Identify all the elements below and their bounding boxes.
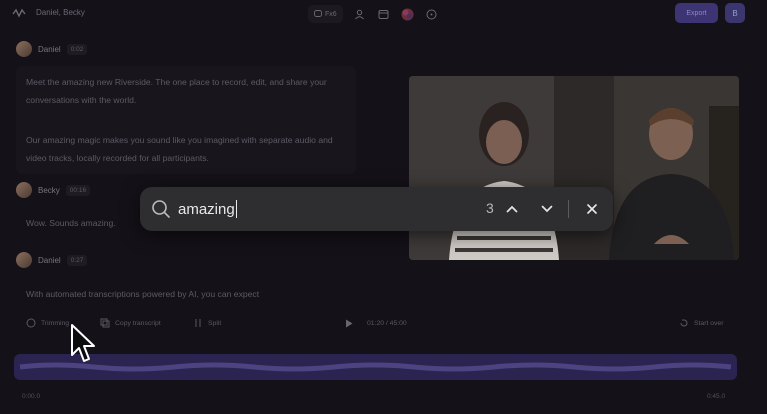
- speaker-row: Daniel 0:02: [16, 41, 88, 57]
- undo-icon: [680, 319, 688, 327]
- copy-transcript-label: Copy transcript: [115, 319, 161, 327]
- top-center-controls: Fx6: [308, 4, 439, 24]
- speaker-name: Daniel: [38, 44, 61, 54]
- text-caret: [235, 200, 237, 218]
- audio-waveform[interactable]: [14, 354, 737, 380]
- top-bar: Daniel, Becky Fx6 Export B: [0, 0, 767, 28]
- speaker-avatar: [16, 252, 32, 268]
- transcript-toolbar: Trimming Copy transcript Split 01:20 / 4…: [0, 314, 767, 334]
- project-title[interactable]: Daniel, Becky: [36, 8, 85, 17]
- speaker-timestamp[interactable]: 00:16: [65, 184, 91, 196]
- split-icon: [195, 319, 201, 327]
- user-avatar[interactable]: B: [725, 3, 745, 23]
- search-input[interactable]: [178, 197, 468, 221]
- close-icon: [587, 204, 597, 214]
- fx-pill-label: Fx6: [325, 10, 337, 18]
- mouse-cursor-icon: [71, 324, 95, 362]
- speaker-name: Daniel: [38, 255, 61, 265]
- speaker-avatar: [16, 41, 32, 57]
- timeline-end-time: 0:45.0: [707, 393, 726, 400]
- transcript-paragraph[interactable]: Our amazing magic makes you sound like y…: [26, 131, 346, 167]
- previous-match-button[interactable]: [501, 198, 523, 220]
- time-display-text: 01:20 / 45:00: [367, 319, 407, 327]
- start-over-label: Start over: [694, 319, 724, 327]
- start-over-button[interactable]: Start over: [679, 314, 723, 332]
- magic-orb-icon[interactable]: [401, 7, 415, 21]
- copy-icon: [100, 318, 110, 328]
- trimming-button[interactable]: Trimming: [26, 314, 69, 332]
- speaker-name: Becky: [38, 185, 60, 195]
- video-preview[interactable]: [409, 76, 739, 260]
- time-display: 01:20 / 45:00: [367, 314, 407, 332]
- trimming-label: Trimming: [41, 319, 70, 327]
- transcript-paragraph[interactable]: With automated transcriptions powered by…: [26, 285, 346, 303]
- video-frame-image: [409, 76, 739, 260]
- next-match-button[interactable]: [536, 198, 558, 220]
- copy-transcript-button[interactable]: Copy transcript: [100, 314, 161, 332]
- chevron-down-icon: [541, 205, 553, 213]
- trim-icon: [26, 318, 36, 328]
- speaker-row: Daniel 0:27: [16, 252, 88, 268]
- riverside-logo-icon: [12, 8, 26, 18]
- split-button[interactable]: Split: [193, 314, 221, 332]
- people-icon[interactable]: [353, 7, 367, 21]
- match-count: 3: [486, 200, 494, 216]
- timeline-start-time: 0:00.0: [22, 393, 41, 400]
- speaker-timestamp[interactable]: 0:27: [66, 254, 88, 266]
- chevron-up-icon: [506, 205, 518, 213]
- search-divider: [568, 200, 569, 218]
- close-search-button[interactable]: [581, 198, 603, 220]
- speaker-timestamp[interactable]: 0:02: [66, 43, 88, 55]
- transcript-paragraph[interactable]: Meet the amazing new Riverside. The one …: [26, 73, 346, 109]
- fx-pill[interactable]: Fx6: [308, 5, 343, 23]
- split-label: Split: [208, 319, 222, 327]
- play-icon: [346, 319, 353, 327]
- export-button[interactable]: Export: [675, 3, 718, 23]
- search-icon: [152, 200, 170, 218]
- waveform-graphic: [19, 362, 732, 372]
- layout-icon[interactable]: [377, 7, 391, 21]
- play-button[interactable]: [345, 314, 353, 332]
- speaker-avatar: [16, 182, 32, 198]
- chat-icon: [314, 10, 322, 17]
- speaker-row: Becky 00:16: [16, 182, 91, 198]
- help-icon[interactable]: [425, 7, 439, 21]
